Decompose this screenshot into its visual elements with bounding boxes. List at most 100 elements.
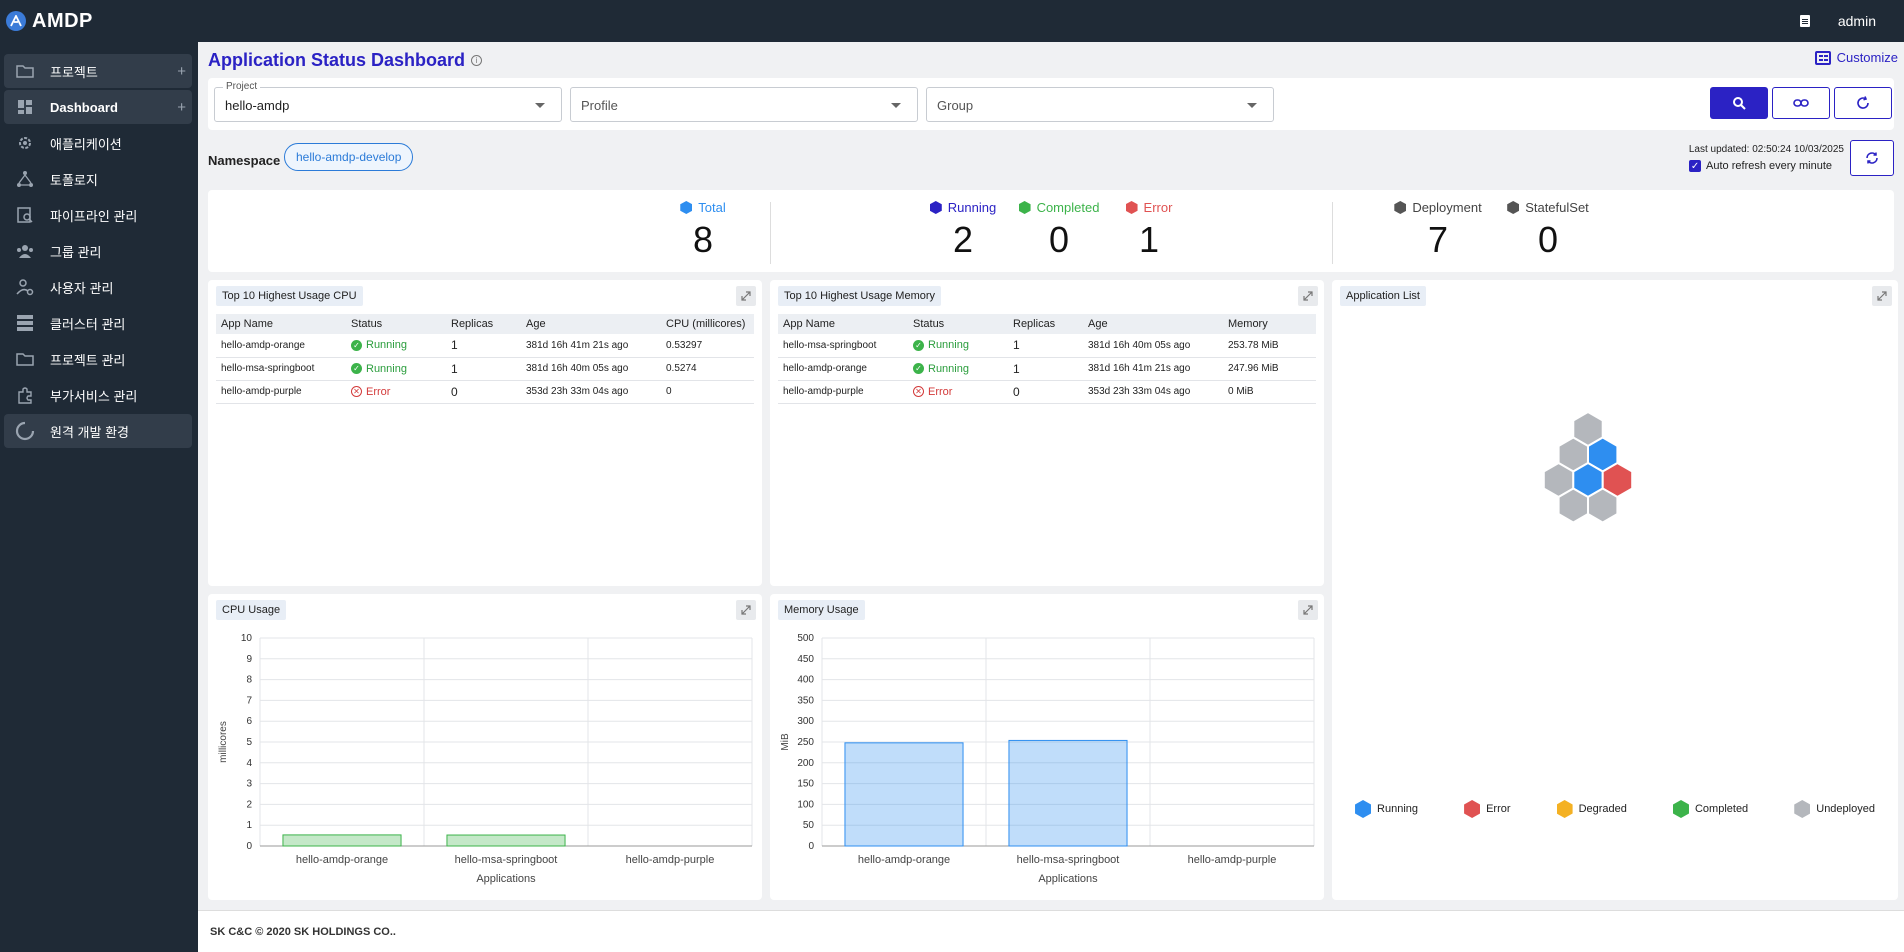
auto-refresh-label: Auto refresh every minute — [1706, 160, 1832, 172]
column-header[interactable]: Status — [346, 314, 446, 334]
table-row[interactable]: hello-msa-springboot ✓ Running 1 381d 16h 40… — [216, 357, 754, 381]
table-row[interactable]: hello-amdp-purple ✕ Error 0 353d 23h 33m 04s… — [778, 380, 1316, 404]
namespace-label: Namespace — [208, 153, 281, 168]
hexagon-icon — [1672, 800, 1689, 818]
sidebar-item[interactable]: 부가서비스 관리 — [4, 378, 192, 412]
status-badge: ✕ Error — [351, 386, 441, 398]
stat-running-label: Running — [947, 200, 997, 215]
customize-button[interactable]: Customize — [1814, 50, 1898, 65]
sidebar: 프로젝트 + Dashboard + 애플리케이션 토폴로지 파이프라인 관리 그룹 관리 사용… — [0, 42, 198, 952]
sidebar-item[interactable]: 클러스터 관리 — [4, 306, 192, 340]
table-row[interactable]: hello-amdp-purple ✕ Error 0 353d 23h 33m 04s… — [216, 380, 754, 404]
sidebar-item[interactable]: Dashboard + — [4, 90, 192, 124]
y-tick-label: 150 — [797, 779, 814, 790]
sidebar-item[interactable]: 프로젝트 관리 — [4, 342, 192, 376]
check-circle-icon: ✓ — [351, 363, 362, 374]
add-icon[interactable]: + — [177, 63, 186, 80]
y-tick-label: 50 — [803, 820, 815, 831]
link-button[interactable] — [1772, 87, 1830, 119]
chevron-down-icon — [1247, 103, 1257, 108]
column-header[interactable]: Replicas — [1008, 314, 1083, 334]
memory-top10-panel: Top 10 Highest Usage Memory App Name Stat… — [770, 280, 1324, 586]
expand-button[interactable] — [1298, 286, 1318, 306]
stat-deployment-value: 7 — [1427, 219, 1449, 260]
table-row[interactable]: hello-amdp-orange ✓ Running 1 381d 16h 41m 2… — [778, 357, 1316, 381]
y-tick-label: 0 — [246, 841, 252, 852]
expand-button[interactable] — [736, 600, 756, 620]
sidebar-item[interactable]: 사용자 관리 — [4, 270, 192, 304]
search-icon — [1733, 97, 1746, 110]
reset-button[interactable] — [1834, 87, 1892, 119]
panel-title: Memory Usage — [778, 600, 865, 620]
column-header[interactable]: Age — [521, 314, 661, 334]
expand-icon — [1877, 291, 1887, 301]
status-cell: ✕ Error — [346, 380, 446, 404]
sidebar-item[interactable]: 원격 개발 환경 — [4, 414, 192, 448]
legend-label: Completed — [1694, 803, 1749, 815]
legend-item: Degraded — [1556, 800, 1627, 818]
table-cell: 253.78 MiB — [1223, 334, 1316, 358]
application-list-panel: Application List Running Error Degraded Com… — [1332, 280, 1898, 900]
user-menu[interactable]: admin — [1838, 13, 1876, 29]
column-header[interactable]: Memory — [1223, 314, 1316, 334]
document-icon[interactable] — [1799, 15, 1810, 27]
y-tick-label: 350 — [797, 695, 814, 706]
expand-button[interactable] — [1298, 600, 1318, 620]
status-badge: ✓ Running — [913, 339, 1003, 351]
application-hexagon[interactable] — [1557, 487, 1589, 524]
add-icon[interactable]: + — [177, 99, 186, 116]
x-tick-label: hello-amdp-purple — [1188, 854, 1277, 866]
y-tick-label: 200 — [797, 758, 814, 769]
status-badge: ✓ Running — [913, 363, 1003, 375]
cpu-table: App Name Status Replicas Age CPU (millicores… — [216, 314, 754, 404]
y-tick-label: 8 — [246, 675, 252, 686]
panel-title: Top 10 Highest Usage Memory — [778, 286, 942, 306]
application-hexagon[interactable] — [1587, 487, 1619, 524]
auto-refresh-checkbox[interactable]: ✓ Auto refresh every minute — [1689, 160, 1832, 172]
sidebar-item[interactable]: 토폴로지 — [4, 162, 192, 196]
sidebar-item[interactable]: 그룹 관리 — [4, 234, 192, 268]
refresh-icon — [1857, 96, 1869, 109]
status-label: Error — [928, 385, 953, 398]
project-select[interactable]: Project hello-amdp — [214, 81, 562, 122]
column-header[interactable]: App Name — [216, 314, 346, 334]
sidebar-item[interactable]: 파이프라인 관리 — [4, 198, 192, 232]
gear-cluster-icon — [14, 134, 36, 152]
table-row[interactable]: hello-msa-springboot ✓ Running 1 381d 16h 40… — [778, 334, 1316, 358]
y-tick-label: 4 — [246, 758, 252, 769]
expand-button[interactable] — [736, 286, 756, 306]
profile-select[interactable]: Profile — [570, 87, 918, 122]
cpu-usage-chart: 0 1 2 3 4 5 6 7 8 9 10 hello-amdp-orange hello-msa-s… — [218, 633, 753, 885]
expand-button[interactable] — [1872, 286, 1892, 306]
search-button[interactable] — [1710, 87, 1768, 119]
loading-ring-icon — [14, 421, 36, 441]
column-header[interactable]: Status — [908, 314, 1008, 334]
column-header[interactable]: App Name — [778, 314, 908, 334]
sidebar-item-label: 사용자 관리 — [50, 280, 114, 296]
table-cell: hello-amdp-orange — [216, 334, 346, 358]
column-header[interactable]: Age — [1083, 314, 1223, 334]
column-header[interactable]: CPU (millicores) — [661, 314, 754, 334]
refresh-button[interactable] — [1850, 140, 1894, 176]
stat-error-label: Error — [1143, 200, 1173, 215]
table-cell: hello-msa-springboot — [778, 334, 908, 358]
stat-total: Total 8 — [658, 200, 748, 261]
namespace-chip[interactable]: hello-amdp-develop — [284, 143, 414, 171]
stat-deployment: Deployment 7 — [1388, 200, 1488, 261]
x-tick-label: hello-amdp-orange — [858, 854, 950, 866]
hexagon-icon — [1394, 201, 1407, 214]
logo[interactable]: AMDP — [6, 10, 93, 33]
sidebar-item[interactable]: 애플리케이션 — [4, 126, 192, 160]
sidebar-item[interactable]: 프로젝트 + — [4, 54, 192, 88]
table-row[interactable]: hello-amdp-orange ✓ Running 1 381d 16h 41m 2… — [216, 334, 754, 358]
group-select[interactable]: Group — [926, 87, 1274, 122]
info-icon[interactable]: i — [471, 54, 483, 66]
y-tick-label: 500 — [797, 633, 814, 644]
expand-icon — [741, 291, 751, 301]
x-tick-label: hello-msa-springboot — [455, 854, 558, 866]
profile-select-placeholder: Profile — [581, 98, 618, 113]
sidebar-item-label: 프로젝트 — [50, 64, 98, 80]
y-tick-label: 6 — [246, 716, 252, 727]
column-header[interactable]: Replicas — [446, 314, 521, 334]
bar — [1008, 739, 1128, 847]
